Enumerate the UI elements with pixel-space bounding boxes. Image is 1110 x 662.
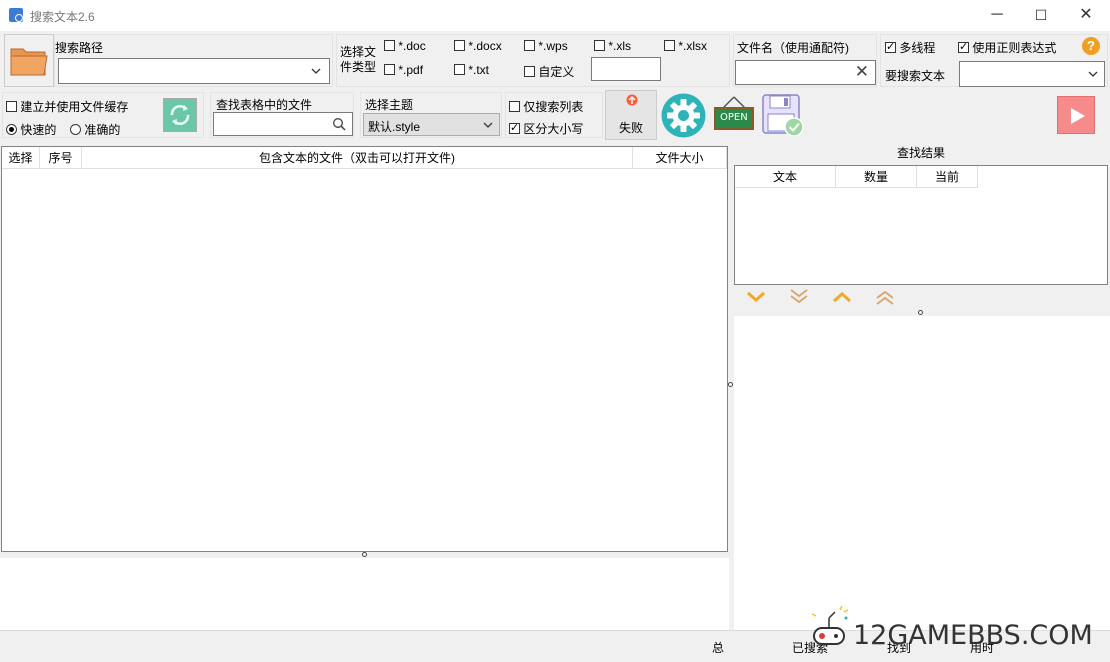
cache-checkbox[interactable]: 建立并使用文件缓存 [6, 98, 128, 115]
fail-label: 失败 [619, 121, 644, 135]
column-header-current[interactable]: 当前 [917, 166, 978, 188]
close-button[interactable]: ✕ [1063, 0, 1109, 31]
status-total: 总 [712, 641, 725, 655]
custom-extension-input[interactable] [591, 57, 661, 81]
save-icon[interactable] [762, 94, 804, 136]
watermark-text: 12GAMEBBS.COM [853, 620, 1093, 651]
help-icon[interactable]: ? [1082, 37, 1100, 55]
results-header: 查找结果 [896, 146, 945, 160]
regex-checkbox[interactable]: 使用正则表达式 [958, 39, 1056, 56]
chevron-down-icon [1088, 71, 1098, 77]
filetype-txt-checkbox[interactable]: *.txt [454, 63, 489, 77]
column-header-file[interactable]: 包含文本的文件（双击可以打开文件) [82, 147, 633, 169]
filetype-pdf-checkbox[interactable]: *.pdf [384, 63, 423, 77]
filetype-custom-checkbox[interactable]: 自定义 [524, 63, 574, 80]
title-bar: 搜索文本2.6 ─ ☐ ✕ [0, 0, 1110, 31]
theme-label: 选择主题 [365, 98, 414, 112]
chevron-down-icon [483, 122, 493, 128]
search-icon[interactable] [332, 117, 346, 131]
refresh-icon [170, 105, 190, 125]
search-text-label: 要搜索文本 [885, 69, 946, 83]
open-sign-text: OPEN [720, 112, 748, 123]
chevron-down-icon [311, 68, 321, 74]
next-result-icon[interactable] [746, 290, 766, 304]
find-in-table-label: 查找表格中的文件 [216, 98, 313, 112]
app-icon [9, 8, 23, 22]
cache-panel: 建立并使用文件缓存 快速的 准确的 [2, 92, 204, 138]
file-type-panel: 选择文 件类型 *.doc *.docx *.wps *.xls *.xlsx … [336, 34, 730, 87]
run-search-button[interactable] [1057, 96, 1095, 134]
fail-button[interactable]: 失败 [605, 90, 657, 140]
splitter-handle[interactable] [362, 552, 367, 557]
search-text-combo[interactable] [959, 61, 1105, 87]
case-sensitive-checkbox[interactable]: 区分大小写 [509, 120, 583, 137]
browse-folder-button[interactable] [4, 34, 54, 87]
filetype-xls-checkbox[interactable]: *.xls [594, 39, 631, 53]
filetype-xlsx-checkbox[interactable]: *.xlsx [664, 39, 707, 53]
files-table[interactable]: 选择 序号 包含文本的文件（双击可以打开文件) 文件大小 [1, 146, 728, 552]
prev-result-icon[interactable] [832, 290, 852, 304]
first-result-icon[interactable] [875, 288, 895, 306]
column-header-index[interactable]: 序号 [40, 147, 82, 169]
gear-icon[interactable] [660, 92, 707, 139]
results-table[interactable]: 文本 数量 当前 [734, 165, 1108, 285]
theme-value: 默认.style [368, 120, 421, 134]
filetype-wps-checkbox[interactable]: *.wps [524, 39, 568, 53]
result-detail-pane [734, 316, 1110, 630]
search-path-panel: 搜索路径 [54, 34, 333, 87]
folder-icon [10, 48, 48, 76]
only-list-checkbox[interactable]: 仅搜索列表 [509, 98, 583, 115]
find-in-table-panel: 查找表格中的文件 [210, 92, 354, 138]
theme-select[interactable]: 默认.style [363, 113, 500, 136]
splitter-handle[interactable] [728, 382, 733, 387]
play-icon [1071, 108, 1085, 124]
filename-panel: 文件名（使用通配符) ✕ [733, 34, 877, 87]
maximize-button[interactable]: ☐ [1018, 0, 1064, 31]
fast-radio[interactable]: 快速的 [6, 121, 56, 138]
open-sign-button[interactable]: OPEN [713, 95, 755, 133]
multithread-checkbox[interactable]: 多线程 [885, 39, 935, 56]
last-result-icon[interactable] [789, 288, 809, 306]
file-type-label: 选择文 件类型 [340, 45, 377, 74]
refresh-cache-button[interactable] [163, 98, 197, 132]
window-title: 搜索文本2.6 [30, 10, 95, 24]
pin-icon [626, 94, 638, 106]
filename-input[interactable]: ✕ [735, 60, 876, 85]
filetype-docx-checkbox[interactable]: *.docx [454, 39, 502, 53]
splitter-handle[interactable] [918, 310, 923, 315]
clear-icon[interactable]: ✕ [855, 62, 869, 82]
filetype-doc-checkbox[interactable]: *.doc [384, 39, 426, 53]
filename-label: 文件名（使用通配符) [737, 41, 849, 55]
column-header-text[interactable]: 文本 [735, 166, 836, 188]
search-path-combo[interactable] [58, 58, 330, 84]
accurate-radio[interactable]: 准确的 [70, 121, 120, 138]
column-header-select[interactable]: 选择 [2, 147, 40, 169]
find-in-table-input[interactable] [213, 112, 353, 136]
options-panel: 多线程 使用正则表达式 ? 要搜索文本 [880, 34, 1108, 87]
minimize-button[interactable]: ─ [974, 0, 1020, 31]
column-header-size[interactable]: 文件大小 [633, 147, 727, 169]
search-path-label: 搜索路径 [55, 41, 104, 55]
column-header-count[interactable]: 数量 [836, 166, 917, 188]
preview-pane [0, 558, 729, 630]
list-options-panel: 仅搜索列表 区分大小写 [505, 92, 603, 138]
watermark-logo [811, 606, 849, 645]
theme-panel: 选择主题 默认.style [360, 92, 502, 138]
